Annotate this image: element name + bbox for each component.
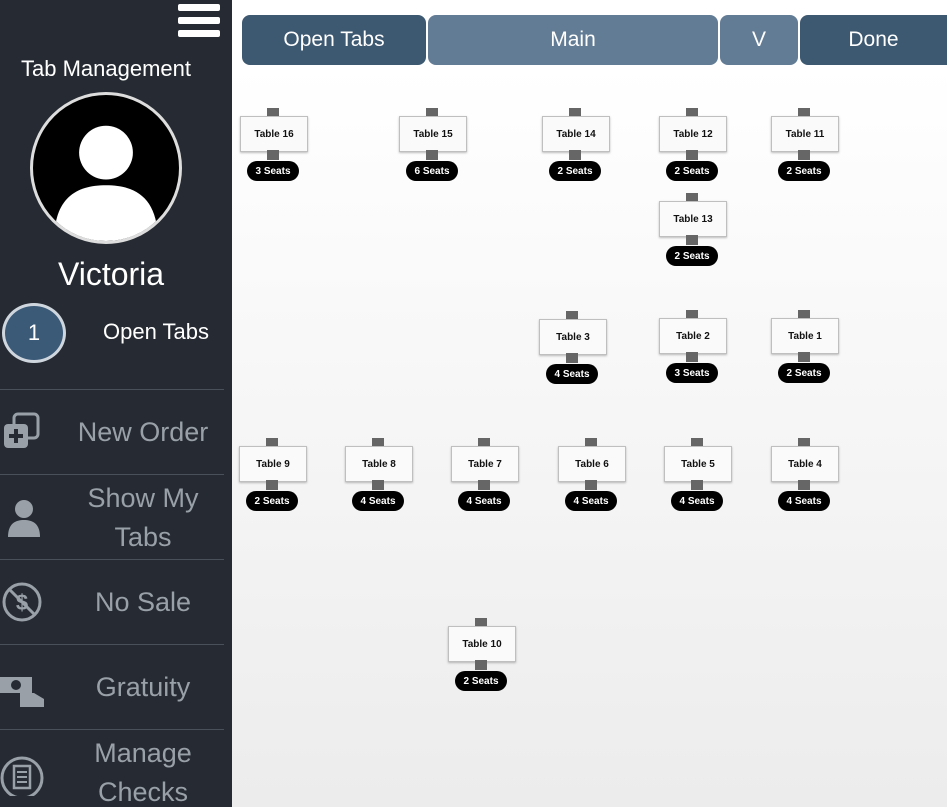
table-label: Table 1 (771, 318, 839, 354)
seats-badge: 2 Seats (246, 491, 298, 511)
chair (691, 480, 703, 490)
seats-badge: 2 Seats (666, 246, 718, 266)
table-label: Table 9 (239, 446, 307, 482)
seats-badge: 2 Seats (455, 671, 507, 691)
table-label: Table 13 (659, 201, 727, 237)
menu-no-sale-label: No Sale (94, 587, 192, 617)
chair (475, 660, 487, 670)
chair (585, 480, 597, 490)
chair (478, 480, 490, 490)
avatar (30, 92, 182, 244)
user-silhouette-icon (54, 125, 158, 241)
chair (426, 150, 438, 160)
table-label: Table 4 (771, 446, 839, 482)
chair (798, 150, 810, 160)
seats-badge: 3 Seats (247, 161, 299, 181)
no-sale-icon: $ (0, 578, 48, 626)
menu-gratuity[interactable]: Gratuity (0, 644, 224, 730)
seats-badge: 4 Seats (352, 491, 404, 511)
seats-badge: 4 Seats (671, 491, 723, 511)
open-tabs-label[interactable]: Open Tabs (103, 319, 209, 345)
sidebar: Tab Management Victoria 1 Open Tabs New … (0, 0, 232, 807)
menu-manage-checks-label: Manage Checks (94, 737, 192, 807)
seats-badge: 4 Seats (546, 364, 598, 384)
table-label: Table 8 (345, 446, 413, 482)
table-label: Table 6 (558, 446, 626, 482)
chair (372, 480, 384, 490)
table-label: Table 12 (659, 116, 727, 152)
table-label: Table 5 (664, 446, 732, 482)
gratuity-icon (0, 663, 48, 711)
table-label: Table 16 (240, 116, 308, 152)
table-label: Table 7 (451, 446, 519, 482)
chair (686, 352, 698, 362)
table-label: Table 15 (399, 116, 467, 152)
seats-badge: 4 Seats (458, 491, 510, 511)
chair (569, 150, 581, 160)
seats-badge: 2 Seats (666, 161, 718, 181)
chair (566, 353, 578, 363)
table-label: Table 2 (659, 318, 727, 354)
table-label: Table 10 (448, 626, 516, 662)
seats-badge: 6 Seats (406, 161, 458, 181)
chair (686, 150, 698, 160)
menu-gratuity-label: Gratuity (95, 672, 191, 702)
seats-badge: 3 Seats (666, 363, 718, 383)
sidebar-title: Tab Management (21, 56, 191, 81)
v-button[interactable]: V (720, 15, 798, 65)
chair (266, 480, 278, 490)
table-label: Table 14 (542, 116, 610, 152)
menu-manage-checks[interactable]: Manage Checks (0, 729, 224, 807)
menu-show-my-tabs[interactable]: Show My Tabs (0, 474, 224, 560)
user-name: Victoria (57, 256, 165, 292)
hamburger-menu-icon[interactable] (178, 4, 220, 40)
menu-no-sale[interactable]: $ No Sale (0, 559, 224, 645)
seats-badge: 4 Seats (565, 491, 617, 511)
person-icon (0, 493, 48, 541)
done-button[interactable]: Done (800, 15, 947, 65)
menu-new-order-label: New Order (77, 417, 209, 447)
chair (798, 352, 810, 362)
table-label: Table 3 (539, 319, 607, 355)
seats-badge: 4 Seats (778, 491, 830, 511)
checks-icon (0, 748, 48, 800)
menu-new-order[interactable]: New Order (0, 389, 224, 475)
open-tabs-button[interactable]: Open Tabs (242, 15, 426, 65)
new-order-icon (0, 408, 48, 456)
seats-badge: 2 Seats (778, 363, 830, 383)
chair (686, 235, 698, 245)
chair (267, 150, 279, 160)
menu-show-my-tabs-label: Show My Tabs (87, 482, 199, 552)
main-area-button[interactable]: Main (428, 15, 718, 65)
table-label: Table 11 (771, 116, 839, 152)
svg-text:$: $ (16, 590, 28, 615)
open-tabs-count[interactable]: 1 (2, 303, 66, 363)
seats-badge: 2 Seats (549, 161, 601, 181)
seats-badge: 2 Seats (778, 161, 830, 181)
chair (798, 480, 810, 490)
